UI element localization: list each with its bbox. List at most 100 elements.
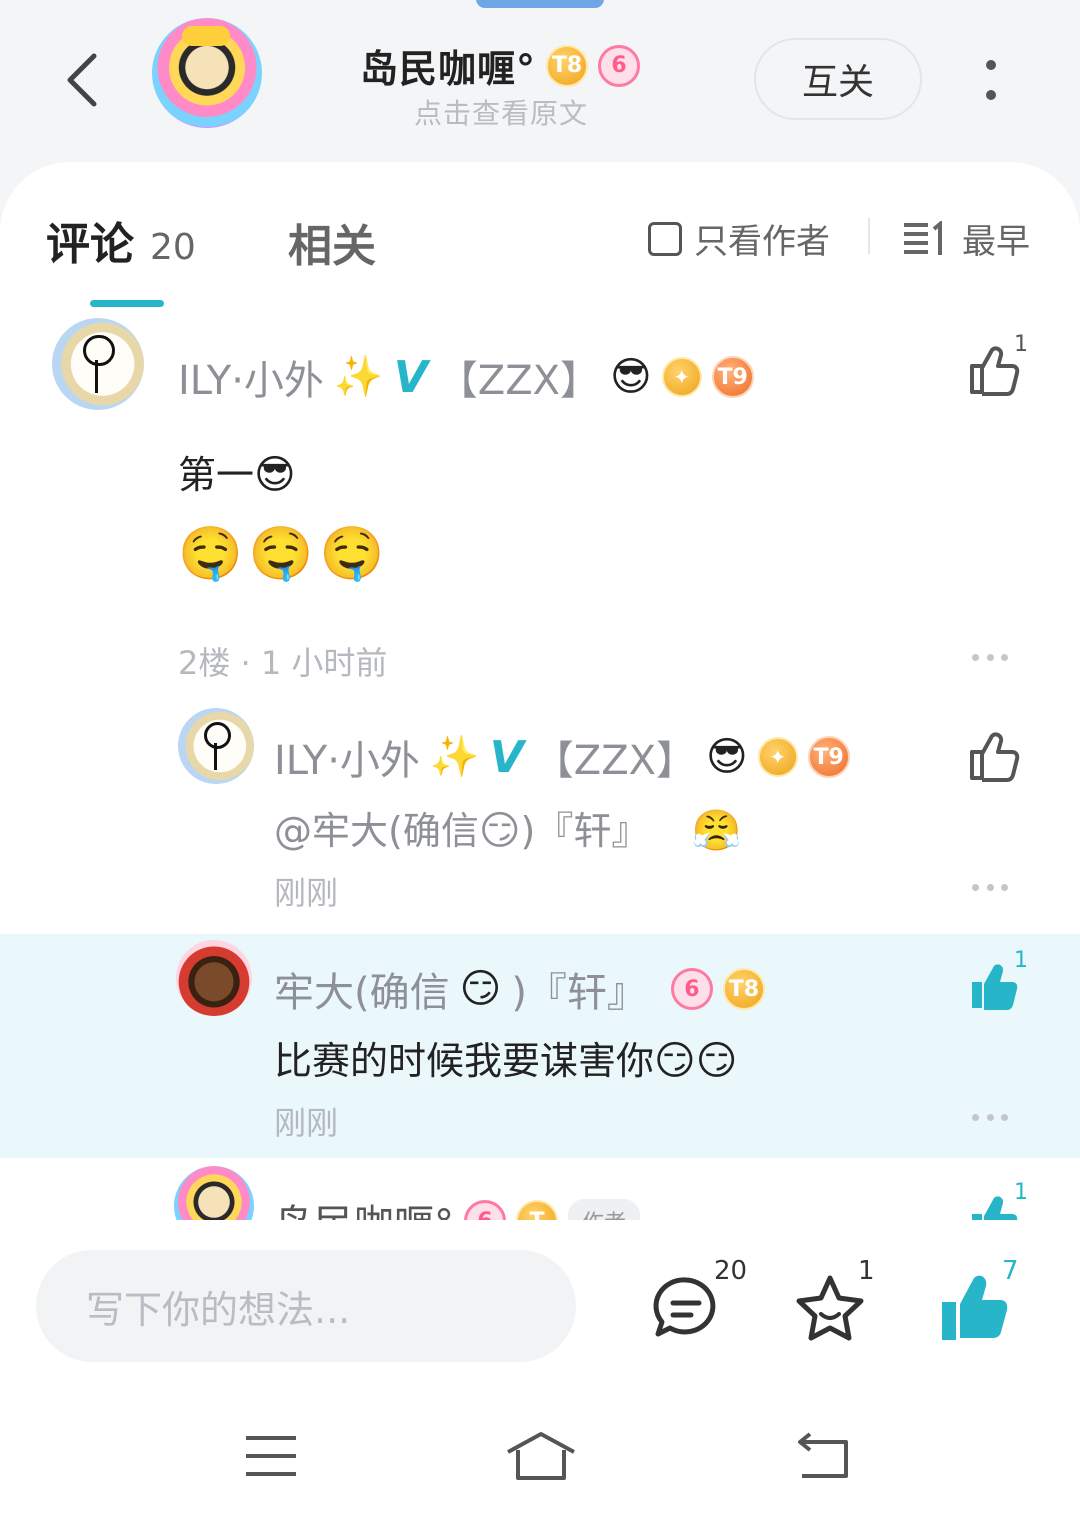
username: 牢大(确信	[274, 970, 450, 1016]
comment-body: 第一	[178, 453, 255, 497]
back-button[interactable]	[58, 50, 104, 110]
mention-suffix: )『轩』	[520, 809, 650, 853]
username: ILY·小外	[178, 358, 324, 404]
level-badge: T8	[546, 44, 589, 87]
comment-more-button[interactable]	[972, 654, 1008, 662]
fan-badge: 6	[670, 968, 713, 1010]
sort-button[interactable]: 最早	[902, 214, 1030, 263]
dot-icon	[972, 1114, 979, 1121]
sticker-icon: 🤤	[248, 524, 314, 584]
author-only-toggle[interactable]: 只看作者	[648, 214, 830, 263]
smirk-emoji-icon: 😏😏	[654, 1038, 738, 1084]
sort-label: 最早	[962, 222, 1030, 262]
system-navigation-bar	[0, 1400, 1080, 1520]
avatar[interactable]	[52, 318, 144, 410]
comments-panel: 评论 20 相关 只看作者 最早 ILY·小外 ✨ V 【ZZX】 😎 ✦ T9…	[0, 162, 1080, 1220]
avatar[interactable]	[178, 708, 254, 784]
like-count: 1	[1014, 948, 1028, 973]
level-badge: T	[516, 1200, 558, 1220]
level-badge: T9	[807, 736, 850, 778]
sort-icon	[904, 220, 942, 255]
tab-comments[interactable]: 评论 20	[46, 208, 196, 272]
dot-icon	[972, 884, 979, 891]
dot-icon	[1001, 1114, 1008, 1121]
author-only-label: 只看作者	[694, 222, 830, 262]
verified-icon: V	[393, 351, 428, 403]
sticker-icon: 🤤	[319, 524, 385, 584]
tab-comments-count: 20	[150, 227, 196, 268]
fan-badge: 6	[464, 1200, 506, 1220]
dot-icon	[1001, 654, 1008, 661]
author-name: 岛民咖喱°	[360, 47, 537, 91]
tab-active-indicator	[90, 300, 164, 307]
mutual-follow-button[interactable]: 互关	[754, 38, 922, 120]
comment-count: 20	[714, 1256, 748, 1286]
sunglasses-emoji-icon: 😎	[610, 354, 652, 400]
angry-emoji-icon: 😤	[691, 808, 742, 854]
comment-more-button[interactable]	[972, 884, 1008, 892]
comment-author-row[interactable]: ILY·小外 ✨ V 【ZZX】 😎 ✦ T9	[274, 728, 850, 786]
reply-text: @牢大(确信😏)『轩』 😤	[274, 800, 741, 855]
level-badge: T8	[722, 968, 765, 1010]
like-count: 1	[1014, 332, 1028, 357]
dot-icon	[986, 1114, 994, 1121]
chevron-left-icon	[67, 53, 97, 107]
sparkle-icon: ✨	[429, 734, 480, 780]
dot-icon	[972, 654, 979, 661]
smirk-emoji-icon: 😏	[459, 966, 502, 1012]
comment-input[interactable]: 写下你的想法...	[36, 1250, 576, 1362]
bottom-action-bar: 写下你的想法... 20 1 7	[0, 1220, 1080, 1400]
tab-comments-label: 评论	[46, 219, 134, 270]
sticker-icon: 🤤	[178, 524, 243, 584]
more-options-button[interactable]	[966, 52, 1016, 108]
username: 岛民咖喱°	[274, 1192, 454, 1220]
user-tag: 【ZZX】	[437, 358, 601, 404]
header: 岛民咖喱° T8 6 点击查看原文 互关	[0, 0, 1080, 160]
fan-badge: 6	[598, 44, 641, 87]
comment-author-row[interactable]: 牢大(确信 😏)『轩』 6 T8	[274, 960, 765, 1018]
sunglasses-emoji-icon: 😎	[706, 734, 748, 780]
comment-more-button[interactable]	[972, 1114, 1008, 1122]
view-original-link[interactable]: 点击查看原文	[414, 92, 588, 132]
favorite-count: 1	[858, 1256, 875, 1286]
comment-meta: 刚刚	[274, 1104, 339, 1142]
header-title-row[interactable]: 岛民咖喱° T8 6	[360, 38, 641, 93]
reply-text: 比赛的时候我要谋害你😏😏	[274, 1030, 737, 1085]
dot-icon	[1001, 884, 1008, 891]
comment-text: 第一😎	[178, 444, 296, 499]
verified-icon: V	[489, 731, 524, 783]
fire-badge-icon: ✦	[661, 357, 702, 397]
checkbox-icon[interactable]	[648, 221, 682, 256]
avatar[interactable]	[176, 940, 252, 1016]
user-tag: 【ZZX】	[533, 738, 697, 784]
fire-badge-icon: ✦	[757, 737, 798, 777]
avatar[interactable]	[174, 1166, 254, 1220]
cool-emoji-icon: 😎	[254, 452, 296, 498]
like-icon[interactable]	[966, 728, 1022, 784]
dot-icon	[986, 884, 994, 891]
tab-related[interactable]: 相关	[288, 210, 376, 274]
comment-meta: 刚刚	[274, 874, 339, 912]
sticker-row: 🤤 🤤 🤤	[178, 528, 384, 580]
back-nav-icon[interactable]	[796, 1432, 852, 1480]
reply-body: 比赛的时候我要谋害你	[274, 1039, 655, 1083]
home-icon[interactable]	[504, 1430, 578, 1482]
tab-bar: 评论 20 相关 只看作者 最早	[0, 162, 1080, 307]
smirk-emoji-icon: 😏	[478, 808, 521, 854]
like-count: 1	[1014, 1180, 1028, 1205]
level-badge: T9	[711, 356, 754, 398]
divider	[868, 218, 870, 254]
sparkle-icon: ✨	[333, 354, 384, 400]
menu-icon[interactable]	[244, 1434, 298, 1478]
comment-author-row[interactable]: 岛民咖喱° 6 T 作者	[274, 1192, 641, 1220]
dot-icon	[986, 60, 996, 70]
like-count: 7	[1002, 1256, 1019, 1286]
author-avatar[interactable]	[152, 18, 262, 128]
dot-icon	[986, 90, 996, 100]
comment-meta: 2楼 · 1 小时前	[178, 644, 388, 682]
username: ILY·小外	[274, 738, 420, 784]
username-suffix: )『轩』	[511, 970, 647, 1016]
mention-prefix: @牢大(确信	[274, 809, 479, 853]
mention-link[interactable]: @牢大(确信😏)『轩』	[274, 809, 649, 853]
comment-author-row[interactable]: ILY·小外 ✨ V 【ZZX】 😎 ✦ T9	[178, 348, 754, 406]
